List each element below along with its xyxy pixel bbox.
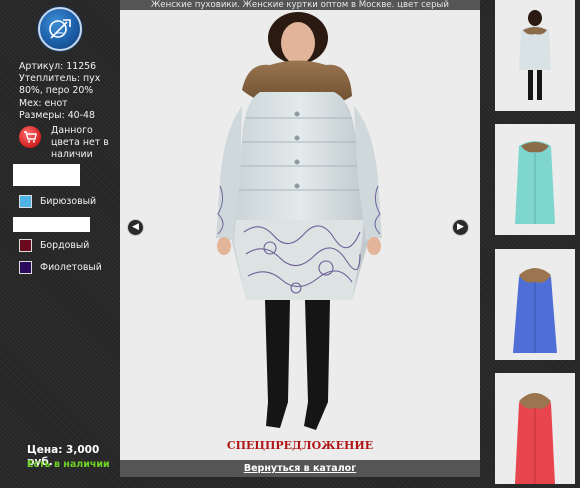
thumbnail-image — [513, 268, 557, 353]
thumbnail-red[interactable] — [495, 373, 575, 484]
color-option-burgundy[interactable]: Бордовый — [19, 239, 89, 252]
thumbnail-turquoise[interactable] — [495, 124, 575, 235]
product-photo — [120, 10, 480, 460]
thumbnail-image — [515, 141, 555, 224]
viewer-title: Женские пуховики. Женские куртки оптом в… — [120, 0, 480, 10]
brand-logo[interactable] — [38, 7, 82, 51]
next-image-button[interactable]: ▶ — [452, 219, 469, 236]
thumbnail-image — [515, 393, 555, 484]
special-offer-label: СПЕЦПРЕДЛОЖЕНИЕ — [226, 439, 374, 452]
color-swatch — [19, 239, 32, 252]
color-label: Фиолетовый — [40, 262, 102, 273]
product-sidebar: Артикул: 11256 Утеплитель: пух 80%, перо… — [0, 0, 118, 488]
stock-warning: Данного цвета нет в наличии — [19, 124, 119, 162]
color-option-turquoise[interactable]: Бирюзовый — [19, 195, 96, 208]
image-viewer: Женские пуховики. Женские куртки оптом в… — [120, 0, 480, 477]
thumbnail-gray[interactable] — [495, 0, 575, 111]
chevron-left-icon: ◀ — [132, 222, 139, 232]
color-option-violet[interactable]: Фиолетовый — [19, 261, 102, 274]
color-swatch-empty[interactable] — [13, 164, 80, 186]
back-to-catalog-link[interactable]: Вернуться в каталог — [244, 463, 356, 474]
sizes-info: Размеры: 40-48 — [19, 109, 95, 121]
cart-icon — [19, 126, 41, 148]
article-number: Артикул: 11256 — [19, 61, 97, 72]
product-info: Артикул: 11256 Утеплитель: пух 80%, перо… — [19, 61, 115, 122]
viewer-footer: Вернуться в каталог — [120, 460, 480, 477]
color-label: Бордовый — [40, 240, 90, 251]
logo-icon — [49, 19, 71, 39]
prev-image-button[interactable]: ◀ — [127, 219, 144, 236]
fur-info: Мех: енот — [19, 97, 68, 109]
color-swatch — [19, 261, 32, 274]
availability-status: Есть в наличии — [27, 459, 110, 470]
stock-warning-text: Данного цвета нет в наличии — [51, 125, 109, 161]
color-swatch — [19, 195, 32, 208]
thumbnail-image — [519, 10, 551, 100]
filling-info: Утеплитель: пух 80%, перо 20% — [19, 73, 101, 97]
color-label: Бирюзовый — [40, 196, 97, 207]
chevron-right-icon: ▶ — [457, 222, 464, 232]
color-swatch-empty[interactable] — [13, 217, 90, 232]
thumbnail-blue[interactable] — [495, 249, 575, 360]
